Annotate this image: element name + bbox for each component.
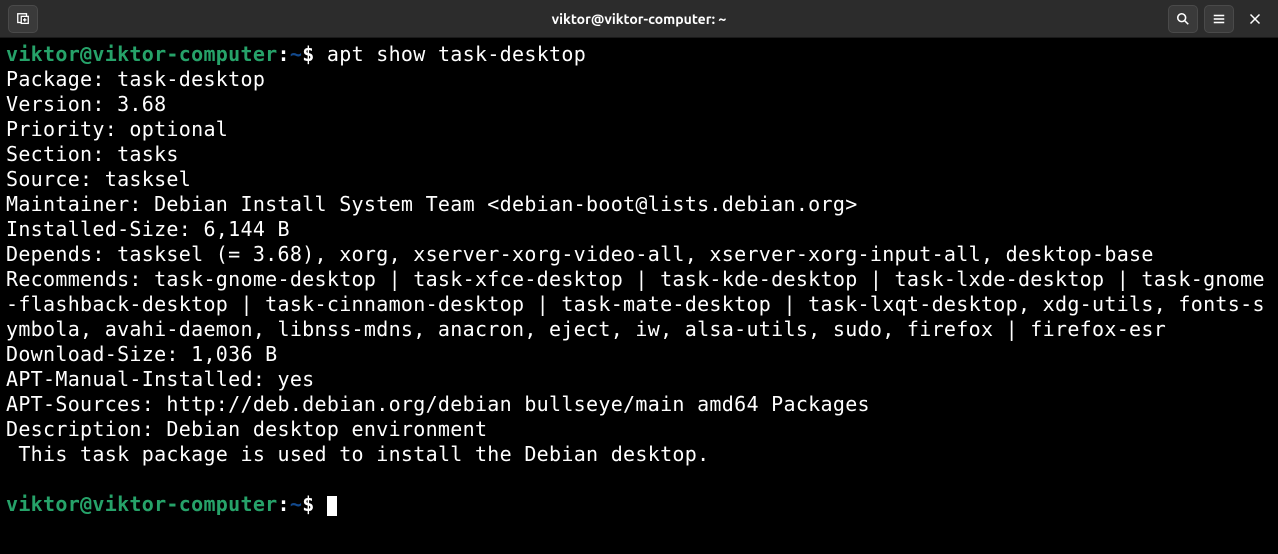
output-maintainer: Maintainer: Debian Install System Team <… [6,192,1272,217]
output-recommends: Recommends: task-gnome-desktop | task-xf… [6,267,1272,342]
output-version: Version: 3.68 [6,92,1272,117]
prompt-path-2: ~ [290,492,302,516]
prompt-line-2: viktor@viktor-computer:~$ [6,492,1272,517]
output-blank-line [6,467,1272,492]
search-button[interactable] [1168,5,1198,33]
prompt-user-host-2: viktor@viktor-computer [6,492,278,516]
prompt-separator: : [278,42,290,66]
command-text: apt show task-desktop [315,42,587,66]
window-title: viktor@viktor-computer: ~ [148,11,1130,27]
output-download-size: Download-Size: 1,036 B [6,342,1272,367]
prompt-symbol: $ [302,42,314,66]
output-priority: Priority: optional [6,117,1272,142]
output-description-long: This task package is used to install the… [6,442,1272,467]
window-titlebar: viktor@viktor-computer: ~ [0,0,1278,38]
prompt-separator-2: : [278,492,290,516]
close-icon [1249,13,1261,25]
search-icon [1176,12,1190,26]
output-section: Section: tasks [6,142,1272,167]
output-package: Package: task-desktop [6,67,1272,92]
titlebar-right-group [1130,5,1270,33]
hamburger-icon [1212,12,1226,26]
output-installed-size: Installed-Size: 6,144 B [6,217,1272,242]
terminal-cursor [327,496,337,516]
prompt-path: ~ [290,42,302,66]
window-close-button[interactable] [1240,5,1270,33]
prompt-user-host: viktor@viktor-computer [6,42,278,66]
output-apt-manual-installed: APT-Manual-Installed: yes [6,367,1272,392]
prompt-symbol-2: $ [302,492,314,516]
new-tab-icon [16,12,30,26]
hamburger-menu-button[interactable] [1204,5,1234,33]
prompt-line-1: viktor@viktor-computer:~$ apt show task-… [6,42,1272,67]
output-depends: Depends: tasksel (= 3.68), xorg, xserver… [6,242,1272,267]
output-apt-sources: APT-Sources: http://deb.debian.org/debia… [6,392,1272,417]
output-description: Description: Debian desktop environment [6,417,1272,442]
titlebar-left-group [8,5,148,33]
new-tab-button[interactable] [8,5,38,33]
terminal-viewport[interactable]: viktor@viktor-computer:~$ apt show task-… [0,38,1278,521]
output-source: Source: tasksel [6,167,1272,192]
